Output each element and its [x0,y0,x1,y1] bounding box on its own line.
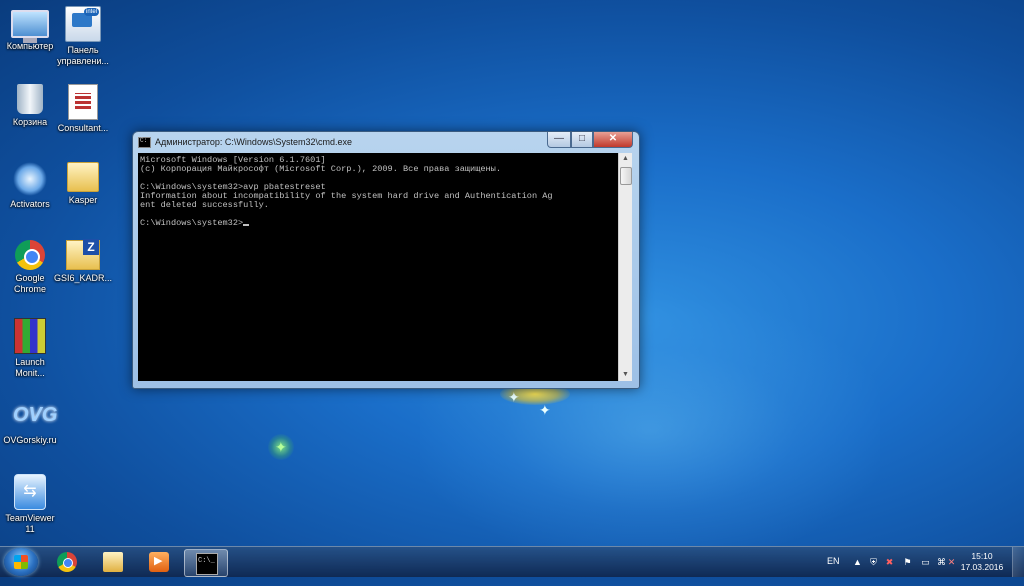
desktop-icon-label: Корзина [12,117,48,127]
wallpaper-sparkle: ✦ [508,389,520,405]
desktop-icon-label: Consultant... [57,123,109,133]
desktop-icon-launch-monitor[interactable]: Launch Monit... [0,318,60,379]
taskbar-item-explorer[interactable] [92,549,134,575]
desktop-icon-ovgorskiy[interactable]: OVG OVGorskiy.ru [0,398,60,446]
media-player-icon [149,552,169,572]
chrome-icon [15,240,45,270]
control-panel-icon [65,6,101,42]
taskbar-item-chrome[interactable] [46,549,88,575]
clock-date: 17.03.2016 [960,562,1004,572]
desktop-icon-recycle-bin[interactable]: Корзина [0,84,60,128]
desktop-icon-kasper[interactable]: Kasper [53,162,113,206]
desktop-icon-google-chrome[interactable]: Google Chrome [0,240,60,295]
desktop-icon-label: TeamViewer 11 [5,513,55,534]
cmd-window[interactable]: Администратор: C:\Windows\System32\cmd.e… [132,131,640,389]
console-output[interactable]: Microsoft Windows [Version 6.1.7601] (c)… [138,153,618,381]
chevron-up-icon[interactable]: ▲ [852,557,863,568]
speaker-muted-icon[interactable]: ✕ [946,557,957,568]
taskbar-item-media-player[interactable] [138,549,180,575]
folder-icon [67,162,99,192]
vertical-scrollbar[interactable]: ▲ ▼ [618,153,632,381]
window-titlebar[interactable]: Администратор: C:\Windows\System32\cmd.e… [133,132,639,152]
language-indicator[interactable]: EN [827,556,840,586]
display-icon[interactable]: ▭ [920,557,931,568]
window-title: Администратор: C:\Windows\System32\cmd.e… [155,137,352,147]
desktop-icon-label: Activators [10,199,50,209]
teamviewer-icon [14,474,46,510]
archive-folder-icon [66,239,100,270]
launch-monitor-icon [14,318,46,354]
desktop-icon-consultant[interactable]: Consultant... [53,84,113,134]
desktop-icon-teamviewer[interactable]: TeamViewer 11 [0,474,60,535]
recycle-bin-icon [17,84,43,114]
console-line: ent deleted successfully. [140,200,269,210]
flag-icon[interactable]: ⚑ [902,557,913,568]
activators-icon [13,162,47,196]
desktop-icon-computer[interactable]: Компьютер [0,6,60,52]
desktop-icon-control-panel[interactable]: Панель управлени... [53,6,113,67]
desktop-icon-label: Google Chrome [13,273,46,294]
start-button[interactable] [4,548,38,576]
desktop-icon-label: Launch Monit... [15,357,45,378]
desktop-icon-activators[interactable]: Activators [0,162,60,210]
taskbar-item-cmd[interactable] [184,549,228,577]
wallpaper-sparkle: ✦ [539,402,551,418]
chrome-icon [57,552,77,572]
scroll-down-arrow-icon[interactable]: ▼ [619,369,632,381]
console-prompt: C:\Windows\system32> [140,218,244,228]
cmd-icon[interactable] [138,137,151,148]
computer-icon [11,10,49,43]
window-controls: — □ ✕ [547,132,633,148]
desktop-icon-gsi6-kadr[interactable]: GSI6_KADR... [53,239,113,284]
folder-icon [103,552,123,572]
wallpaper-flare [268,434,294,460]
cmd-icon [196,553,218,575]
document-icon [68,84,98,120]
clock-time: 15:10 [971,551,993,561]
network-warning-icon[interactable]: ✖ [884,557,895,568]
clock[interactable]: 15:10 17.03.2016 [958,551,1006,573]
maximize-button[interactable]: □ [571,132,593,148]
close-button[interactable]: ✕ [593,132,633,148]
text-cursor [243,224,250,226]
ovg-icon: OVG [13,404,58,426]
desktop-icon-label: GSI6_KADR... [53,273,113,283]
wallpaper-sparkle: ✦ [275,439,287,455]
scroll-thumb[interactable] [620,167,632,185]
security-icon[interactable]: ⛨ [868,557,879,568]
desktop-icon-label: OVGorskiy.ru [3,435,57,445]
scroll-up-arrow-icon[interactable]: ▲ [619,153,632,165]
minimize-button[interactable]: — [547,132,571,148]
desktop-icon-label: Kasper [68,195,98,205]
taskbar: EN ▲ ⛨ ✖ ⚑ ▭ ⌘ ✕ 15:10 17.03.2016 [0,546,1024,577]
console-line: (c) Корпорация Майкрософт (Microsoft Cor… [140,164,501,174]
desktop-icon-label: Панель управлени... [57,45,109,66]
show-desktop-button[interactable] [1012,547,1024,577]
